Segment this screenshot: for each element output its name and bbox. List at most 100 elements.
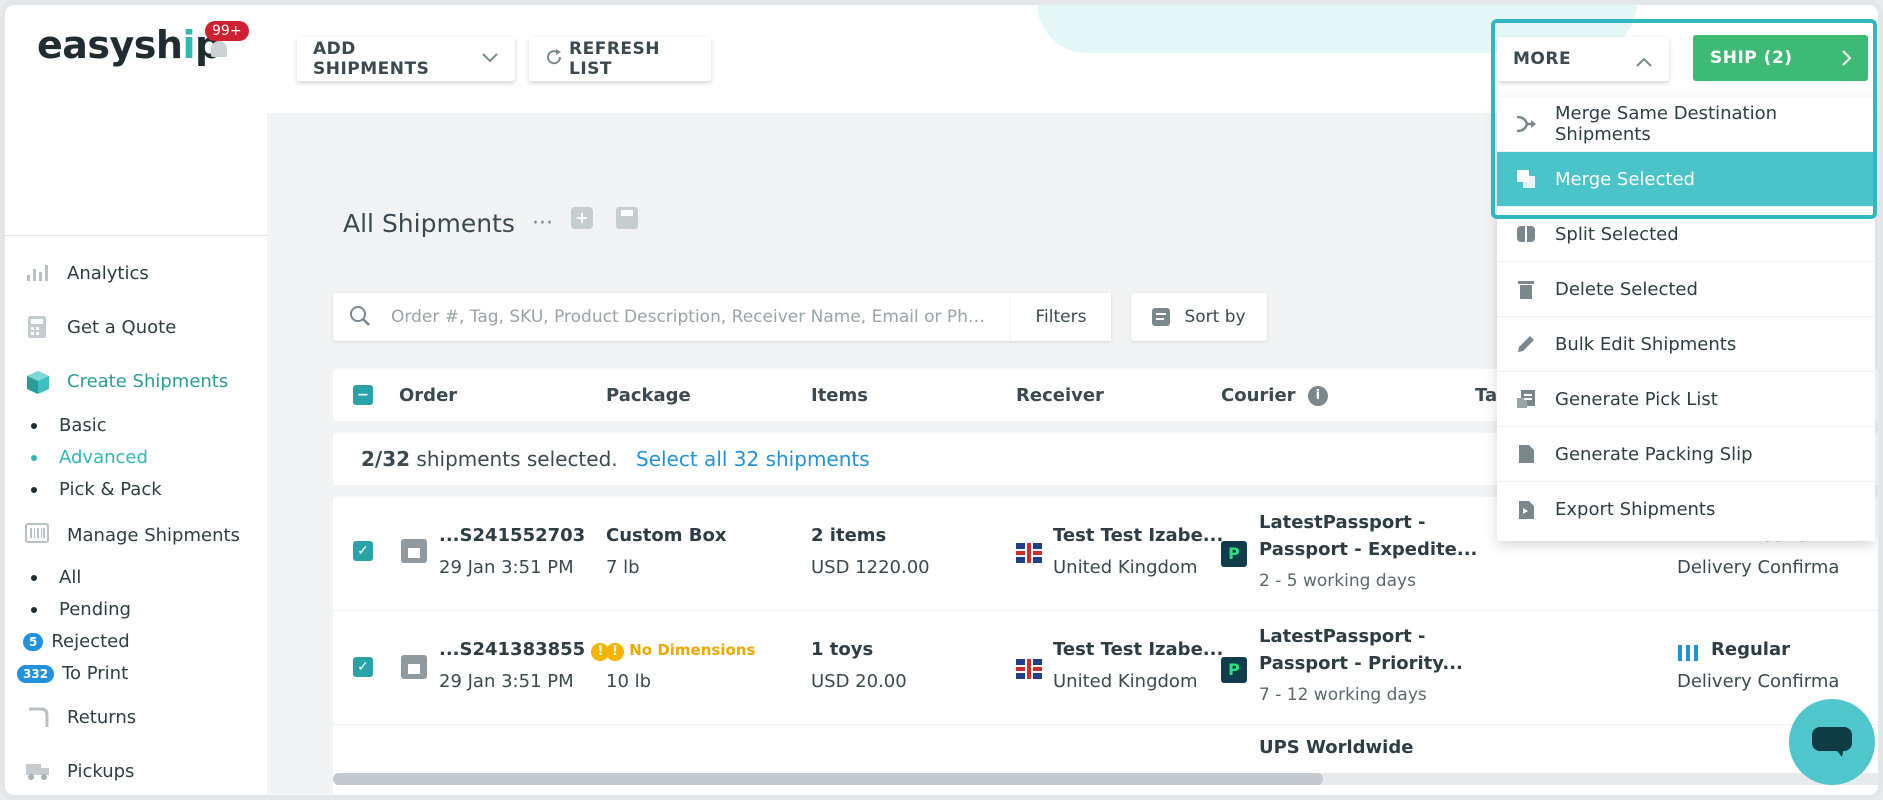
- receiver-name: Test Test Izabe...: [1053, 639, 1224, 660]
- sidebar-item-returns[interactable]: Returns: [25, 705, 136, 729]
- chevron-up-icon: [1635, 53, 1653, 73]
- items-value: USD 20.00: [811, 671, 907, 692]
- sidebar-subitem-to-print[interactable]: 332 To Print: [17, 663, 128, 684]
- warning-icon: !: [606, 643, 624, 661]
- menu-item-delete-selected[interactable]: Delete Selected: [1497, 262, 1875, 317]
- column-tags[interactable]: Ta: [1475, 385, 1497, 406]
- uk-flag-icon: [1016, 659, 1042, 679]
- bell-icon[interactable]: [211, 41, 227, 57]
- app-frame: easyship 99+ Analytics Get a Quote Creat…: [0, 0, 1883, 800]
- menu-item-merge-same-destination[interactable]: Merge Same Destination Shipments: [1497, 97, 1875, 152]
- search-box[interactable]: Order #, Tag, SKU, Product Description, …: [333, 293, 1013, 341]
- save-view-icon[interactable]: [616, 207, 638, 229]
- order-number[interactable]: ...S241552703: [439, 525, 585, 546]
- menu-item-merge-selected[interactable]: Merge Selected: [1497, 152, 1875, 207]
- refresh-list-button[interactable]: REFRESH LIST: [529, 37, 711, 81]
- trash-icon: [1515, 278, 1537, 300]
- menu-item-split-selected[interactable]: Split Selected: [1497, 207, 1875, 262]
- sidebar-subitem-rejected[interactable]: 5 Rejected: [23, 631, 130, 652]
- merge-arrow-icon: [1515, 113, 1537, 135]
- column-package[interactable]: Package: [606, 385, 691, 406]
- barcode-icon: [25, 523, 51, 547]
- order-number-text: ...S241383855: [439, 639, 586, 660]
- menu-item-label: Split Selected: [1555, 223, 1679, 245]
- sidebar-item-pickups[interactable]: Pickups: [25, 759, 134, 783]
- subitem-label: Pending: [59, 599, 131, 620]
- more-button[interactable]: MORE: [1497, 37, 1669, 81]
- courier-service: Passport - Priority...: [1259, 653, 1463, 674]
- menu-item-bulk-edit[interactable]: Bulk Edit Shipments: [1497, 317, 1875, 372]
- package-warning-text: No Dimensions: [629, 641, 756, 659]
- ship-button[interactable]: SHIP (2): [1693, 35, 1868, 81]
- info-icon[interactable]: i: [1307, 386, 1328, 406]
- menu-item-generate-packing-slip[interactable]: Generate Packing Slip: [1497, 427, 1875, 482]
- delivery-time: 7 - 12 working days: [1259, 685, 1427, 705]
- sidebar-subitem-pick-pack[interactable]: Pick & Pack: [31, 479, 162, 500]
- sort-by-button[interactable]: Sort by: [1131, 293, 1267, 341]
- order-number[interactable]: ...S241383855 !: [439, 639, 610, 661]
- document-icon: [1515, 443, 1537, 465]
- sidebar-divider: [5, 235, 267, 236]
- truck-icon: [25, 759, 51, 783]
- add-shipments-button[interactable]: ADD SHIPMENTS: [297, 37, 515, 81]
- bullet: [31, 486, 37, 493]
- receiver-country: United Kingdom: [1053, 671, 1198, 692]
- menu-item-export-shipments[interactable]: Export Shipments: [1497, 482, 1875, 537]
- scrollbar-thumb[interactable]: [333, 773, 1323, 785]
- filters-button[interactable]: Filters: [1011, 293, 1111, 341]
- store-icon: [401, 539, 427, 563]
- sidebar-subitem-advanced[interactable]: Advanced: [31, 447, 148, 468]
- list-icon: [1515, 388, 1537, 410]
- menu-item-generate-pick-list[interactable]: Generate Pick List: [1497, 372, 1875, 427]
- more-options-icon[interactable]: ···: [532, 211, 553, 236]
- select-all-checkbox[interactable]: −: [353, 385, 373, 405]
- return-arrow-icon: [25, 705, 51, 729]
- package-warning: ! No Dimensions: [606, 641, 755, 661]
- sidebar-item-label: Pickups: [67, 760, 135, 782]
- column-receiver[interactable]: Receiver: [1016, 385, 1104, 406]
- easyship-logo[interactable]: easyship: [37, 23, 222, 67]
- more-dropdown-menu: Merge Same Destination Shipments Merge S…: [1497, 97, 1875, 541]
- sort-icon: [1152, 308, 1171, 326]
- row-checkbox[interactable]: ✓: [353, 657, 373, 677]
- subitem-label: All: [59, 567, 82, 588]
- sidebar-subitem-pending[interactable]: Pending: [31, 599, 131, 620]
- button-label: SHIP (2): [1710, 48, 1793, 68]
- add-view-icon[interactable]: +: [571, 207, 593, 229]
- receiver-country: United Kingdom: [1053, 557, 1198, 578]
- row-checkbox[interactable]: ✓: [353, 541, 373, 561]
- chat-button[interactable]: [1789, 699, 1875, 785]
- selection-text: shipments selected.: [416, 447, 618, 471]
- delivery-confirmation: Delivery Confirma: [1677, 557, 1840, 578]
- sidebar-item-get-a-quote[interactable]: Get a Quote: [25, 315, 176, 339]
- column-courier[interactable]: Courier i: [1221, 385, 1328, 406]
- sidebar-item-analytics[interactable]: Analytics: [25, 261, 149, 285]
- table-row[interactable]: UPS Worldwide: [333, 725, 1878, 795]
- items-count: 2 items: [811, 525, 887, 546]
- subitem-label: Advanced: [59, 447, 148, 468]
- bullet: [31, 454, 37, 461]
- shipments-table: ✓ ...S241552703 29 Jan 3:51 PM Custom Bo…: [333, 497, 1878, 795]
- uk-flag-icon: [1016, 543, 1042, 563]
- table-row[interactable]: ✓ ...S241383855 ! 29 Jan 3:51 PM ! No Di…: [333, 611, 1878, 725]
- bullet: [31, 422, 37, 429]
- rejected-count-badge: 5: [23, 632, 44, 651]
- calculator-icon: [25, 315, 51, 339]
- notification-badge[interactable]: 99+: [205, 21, 249, 41]
- menu-item-label: Bulk Edit Shipments: [1555, 333, 1737, 355]
- menu-item-label: Merge Selected: [1555, 168, 1695, 190]
- column-items[interactable]: Items: [811, 385, 868, 406]
- sidebar-item-create-shipments[interactable]: Create Shipments: [25, 369, 228, 394]
- select-all-link[interactable]: Select all 32 shipments: [636, 447, 870, 471]
- sidebar-item-manage-shipments[interactable]: Manage Shipments: [25, 523, 240, 547]
- subitem-label: Rejected: [51, 631, 130, 652]
- sidebar-subitem-all[interactable]: All: [31, 567, 81, 588]
- passport-logo-icon: P: [1221, 541, 1247, 567]
- sidebar-subitem-basic[interactable]: Basic: [31, 415, 107, 436]
- export-icon: [1515, 499, 1537, 521]
- horizontal-scrollbar[interactable]: [333, 773, 1878, 785]
- column-order[interactable]: Order: [399, 385, 457, 406]
- items-value: USD 1220.00: [811, 557, 930, 578]
- menu-item-label: Generate Pick List: [1555, 388, 1718, 410]
- search-input[interactable]: Order #, Tag, SKU, Product Description, …: [391, 307, 995, 327]
